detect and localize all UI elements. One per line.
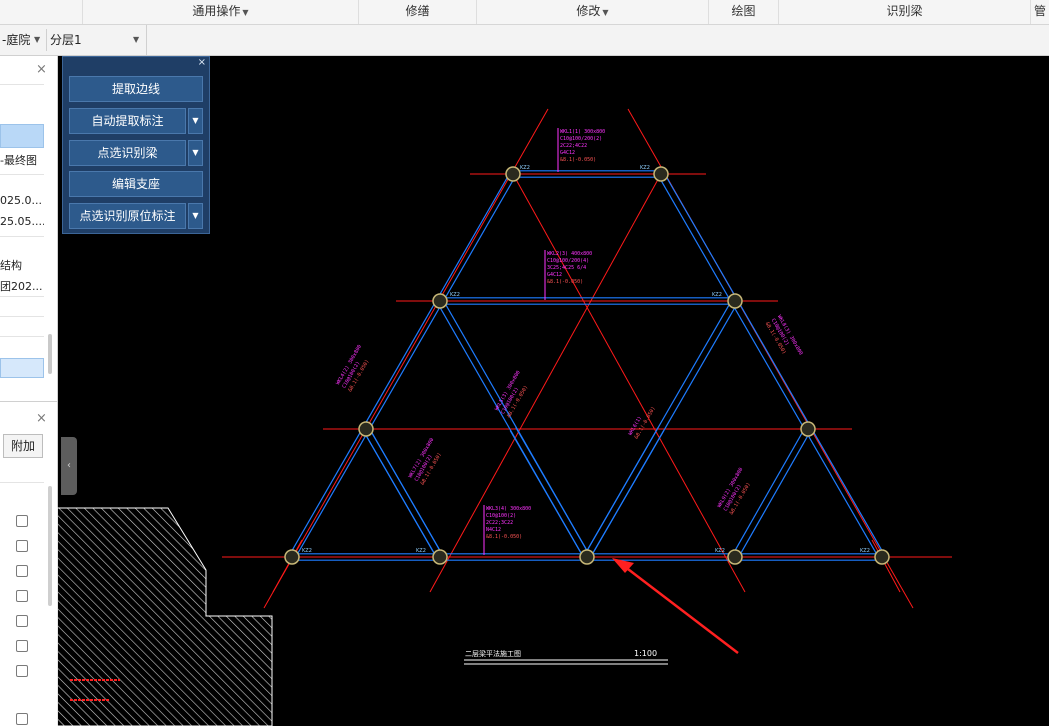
beam-edge	[589, 430, 665, 559]
svg-text:WKL3(4) 300x800: WKL3(4) 300x800	[486, 506, 531, 512]
beam-edge	[737, 430, 812, 559]
edit-support-button[interactable]: 编辑支座	[69, 171, 203, 197]
close-icon[interactable]: ×	[198, 57, 206, 68]
svg-text:N4C12: N4C12	[486, 527, 501, 533]
beam-edge	[368, 427, 444, 556]
svg-text:KZ2: KZ2	[302, 548, 312, 554]
svg-text:G4C12: G4C12	[547, 272, 562, 278]
axis-lines	[222, 108, 952, 609]
columns	[284, 166, 890, 565]
svg-text:C10@100(2): C10@100(2)	[486, 513, 516, 519]
column-circle	[432, 293, 448, 309]
pick-identify-beam-button[interactable]: 点选识别梁	[69, 140, 186, 166]
column-circle	[432, 549, 448, 565]
beam-annotation-lower-left: WKL7(2) 300x800C10@100(2)&8.1(-0.050)	[408, 437, 443, 486]
drawing-scale: 1:100	[634, 649, 657, 658]
column-circle	[505, 166, 521, 182]
column-circle	[653, 166, 669, 182]
drawing-title: 二层梁平法施工图	[465, 649, 521, 658]
beam-edge	[583, 427, 659, 556]
svg-text:KZ2: KZ2	[520, 165, 530, 171]
svg-text:C10@100/200(2): C10@100/200(2)	[560, 136, 602, 142]
auto-extract-labels-button[interactable]: 自动提取标注	[69, 108, 186, 134]
svg-text:&8.1(-0.050): &8.1(-0.050)	[486, 534, 522, 540]
hatch-region	[56, 507, 273, 726]
drawing-title-block: 二层梁平法施工图 1:100	[464, 649, 668, 665]
identify-beam-panel: × 提取边线 自动提取标注 ▼ 点选识别梁 ▼ 编辑支座 点选识别原位标注 ▼	[62, 56, 210, 234]
svg-text:KZ2: KZ2	[715, 548, 725, 554]
beam-annotation-center-left: WKL5(3) 300x800C10@100(2)&8.1(-0.050)	[494, 370, 529, 419]
red-arrow	[612, 558, 739, 654]
column-circle	[284, 549, 300, 565]
beam-lines	[288, 170, 886, 561]
beam-annotation-bottom: WKL3(4) 300x800C10@100(2)2C22;3C22N4C12&…	[483, 505, 531, 555]
beam-annotation-left: WKL4(2) 300x800C10@100(2)&8.1(-0.050)	[335, 344, 370, 393]
column-circle	[874, 549, 890, 565]
svg-text:G4C12: G4C12	[560, 150, 575, 156]
beam-annotation-center: WKL6(1)&8.1(-0.050)	[628, 406, 657, 440]
chevron-left-icon: ‹	[67, 460, 71, 471]
beam-edge	[294, 175, 517, 559]
chevron-down-icon[interactable]: ▼	[188, 108, 203, 134]
svg-text:WKL2(3) 400x800: WKL2(3) 400x800	[547, 251, 592, 257]
svg-text:3C25;4C25 6/4: 3C25;4C25 6/4	[547, 265, 586, 271]
svg-text:KZ2: KZ2	[640, 165, 650, 171]
chevron-down-icon[interactable]: ▼	[188, 203, 203, 229]
svg-text:KZ2: KZ2	[860, 548, 870, 554]
svg-text:WKL1(1) 300x800: WKL1(1) 300x800	[560, 129, 605, 135]
column-labels: KZ2 KZ2 KZ2 KZ2 KZ2 KZ2 KZ2 KZ2	[302, 165, 870, 554]
beam-edge	[663, 172, 886, 556]
column-circle	[358, 421, 374, 437]
beam-edge	[288, 172, 511, 556]
svg-text:&8.1(-0.050): &8.1(-0.050)	[560, 157, 596, 163]
pick-identify-origin-label-button[interactable]: 点选识别原位标注	[69, 203, 186, 229]
column-circle	[800, 421, 816, 437]
chevron-down-icon[interactable]: ▼	[188, 140, 203, 166]
collapse-panel-toggle[interactable]: ‹	[61, 437, 77, 495]
svg-text:C10@100/200(4): C10@100/200(4)	[547, 258, 589, 264]
svg-text:KZ2: KZ2	[712, 292, 722, 298]
svg-text:&8.1(-0.050): &8.1(-0.050)	[547, 279, 583, 285]
svg-text:2C22;4C22: 2C22;4C22	[560, 143, 587, 149]
beam-annotation-top: WKL1(1) 300x800C10@100/200(2)2C22;4C22G4…	[557, 128, 605, 172]
column-circle	[727, 293, 743, 309]
beam-edge	[657, 175, 880, 559]
extract-edges-button[interactable]: 提取边线	[69, 76, 203, 102]
svg-text:2C22;3C22: 2C22;3C22	[486, 520, 513, 526]
svg-text:KZ2: KZ2	[416, 548, 426, 554]
column-circle	[579, 549, 595, 565]
beam-annotation-lower-right: WKL9(2) 300x800C10@100(2)&8.1(-0.050)	[717, 467, 752, 516]
column-circle	[727, 549, 743, 565]
svg-text:KZ2: KZ2	[450, 292, 460, 298]
beam-edge	[515, 427, 591, 556]
